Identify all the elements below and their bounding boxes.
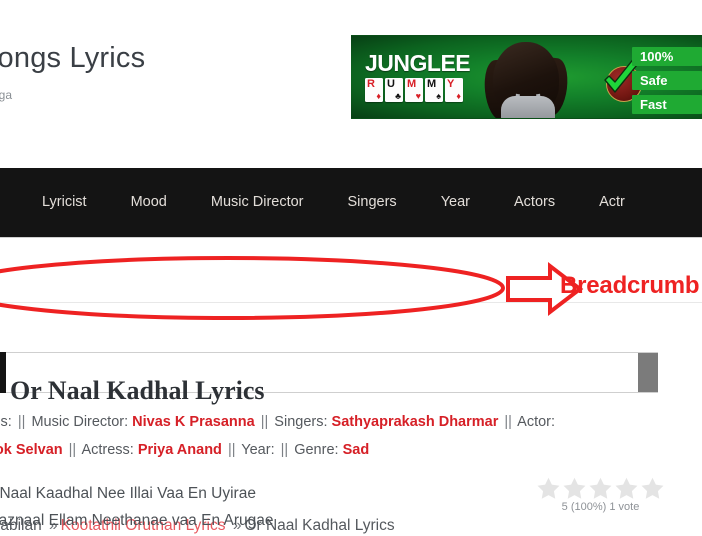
lyrics-line-0: r Naal Kaadhal Nee Illai Vaa En Uyirae bbox=[0, 485, 256, 502]
meta-value-1-6[interactable]: Sathyaprakash Dharmar bbox=[332, 414, 499, 430]
card-suit-icon: ♦ bbox=[376, 91, 381, 101]
card-letter: U bbox=[387, 78, 395, 90]
meta-value-2-0[interactable]: shok Selvan bbox=[0, 442, 63, 458]
card-letter: R bbox=[367, 78, 375, 90]
nav-item-mood[interactable]: Mood bbox=[109, 168, 189, 237]
banner-ad-junglee-rummy[interactable]: JUNGLEE R ♦ U ♣ M ♥ M ♠ Y ♦ 100% Safe Fast bbox=[351, 35, 702, 119]
song-metadata-line-2: shok Selvan || Actress: Priya Anand || Y… bbox=[0, 436, 702, 464]
banner-pill-2: Fast bbox=[632, 95, 702, 114]
card-letter: M bbox=[407, 78, 417, 90]
rummy-card-y-4: Y ♦ bbox=[445, 78, 463, 102]
rating-star-3[interactable] bbox=[588, 476, 613, 500]
meta-label-2-2: Actress: bbox=[81, 442, 134, 458]
song-metadata: yrics: || Music Director: Nivas K Prasan… bbox=[0, 408, 702, 464]
meta-separator: || bbox=[260, 414, 269, 430]
banner-ad-model-photo bbox=[471, 36, 586, 118]
meta-value-2-3[interactable]: Priya Anand bbox=[138, 442, 222, 458]
card-suit-icon: ♦ bbox=[456, 91, 461, 101]
nav-item-year[interactable]: Year bbox=[419, 168, 492, 237]
nav-item-actors[interactable]: Actors bbox=[492, 168, 577, 237]
nav-item-singers[interactable]: Singers bbox=[326, 168, 419, 237]
rating-summary-text: 5 (100%) 1 vote bbox=[561, 501, 640, 513]
breadcrumb-bar: Kabilan »Kootathil Oruthan Lyrics »Or Na… bbox=[0, 238, 702, 534]
card-suit-icon: ♥ bbox=[415, 91, 421, 101]
lyrics-line-1: aaznaal Ellam Neethanae vaa En Arugae bbox=[0, 512, 274, 529]
card-suit-icon: ♣ bbox=[395, 91, 401, 101]
nav-item-music-director[interactable]: Music Director bbox=[189, 168, 326, 237]
star-rating-widget[interactable]: 5 (100%) 1 vote bbox=[533, 476, 668, 513]
page-title-gray-block bbox=[638, 353, 658, 392]
page-title-accent-bar bbox=[0, 352, 6, 393]
rating-star-1[interactable] bbox=[536, 476, 561, 500]
meta-separator: || bbox=[280, 442, 289, 458]
nav-item-lyricist[interactable]: Lyricist bbox=[0, 168, 109, 237]
nav-item-actr[interactable]: Actr bbox=[577, 168, 647, 237]
rummy-card-u-1: U ♣ bbox=[385, 78, 403, 102]
banner-ad-feature-pills: 100% Safe Fast bbox=[632, 47, 702, 114]
nav-item-list: Lyricist Mood Music Director Singers Year Act… bbox=[0, 168, 647, 237]
meta-label-1-8: Actor: bbox=[517, 414, 556, 430]
rummy-card-r-0: R ♦ bbox=[365, 78, 383, 102]
site-tagline: zhga bbox=[0, 88, 13, 102]
card-letter: M bbox=[427, 78, 437, 90]
meta-value-1-3[interactable]: Nivas K Prasanna bbox=[132, 414, 255, 430]
banner-ad-logo: JUNGLEE R ♦ U ♣ M ♥ M ♠ Y ♦ bbox=[365, 52, 473, 102]
rummy-card-m-2: M ♥ bbox=[405, 78, 423, 102]
banner-ad-brand-text: JUNGLEE bbox=[365, 50, 471, 76]
rating-star-4[interactable] bbox=[614, 476, 639, 500]
banner-pill-0: 100% bbox=[632, 47, 702, 66]
meta-separator: || bbox=[504, 414, 512, 430]
rating-star-5[interactable] bbox=[640, 476, 665, 500]
banner-pill-1: Safe bbox=[632, 71, 702, 90]
song-metadata-line-1: yrics: || Music Director: Nivas K Prasan… bbox=[0, 408, 702, 436]
meta-label-2-5: Year: bbox=[241, 442, 275, 458]
banner-ad-card-letters: R ♦ U ♣ M ♥ M ♠ Y ♦ bbox=[365, 78, 473, 102]
meta-label-1-0: yrics: bbox=[0, 414, 12, 430]
meta-label-1-2: Music Director: bbox=[31, 414, 129, 430]
site-title: Songs Lyrics bbox=[0, 42, 146, 74]
card-suit-icon: ♠ bbox=[436, 91, 441, 101]
meta-separator: || bbox=[68, 442, 77, 458]
rating-stars[interactable] bbox=[533, 476, 668, 500]
card-letter: Y bbox=[447, 78, 455, 90]
page-title: Or Naal Kadhal Lyrics bbox=[10, 376, 265, 406]
meta-label-2-7: Genre: bbox=[294, 442, 339, 458]
main-navigation-bar: Lyricist Mood Music Director Singers Year Act… bbox=[0, 168, 702, 238]
meta-separator: || bbox=[17, 414, 26, 430]
rating-star-2[interactable] bbox=[562, 476, 587, 500]
meta-value-2-8[interactable]: Sad bbox=[343, 442, 370, 458]
meta-label-1-5: Singers: bbox=[274, 414, 328, 430]
rummy-card-m-3: M ♠ bbox=[425, 78, 443, 102]
meta-separator: || bbox=[227, 442, 236, 458]
